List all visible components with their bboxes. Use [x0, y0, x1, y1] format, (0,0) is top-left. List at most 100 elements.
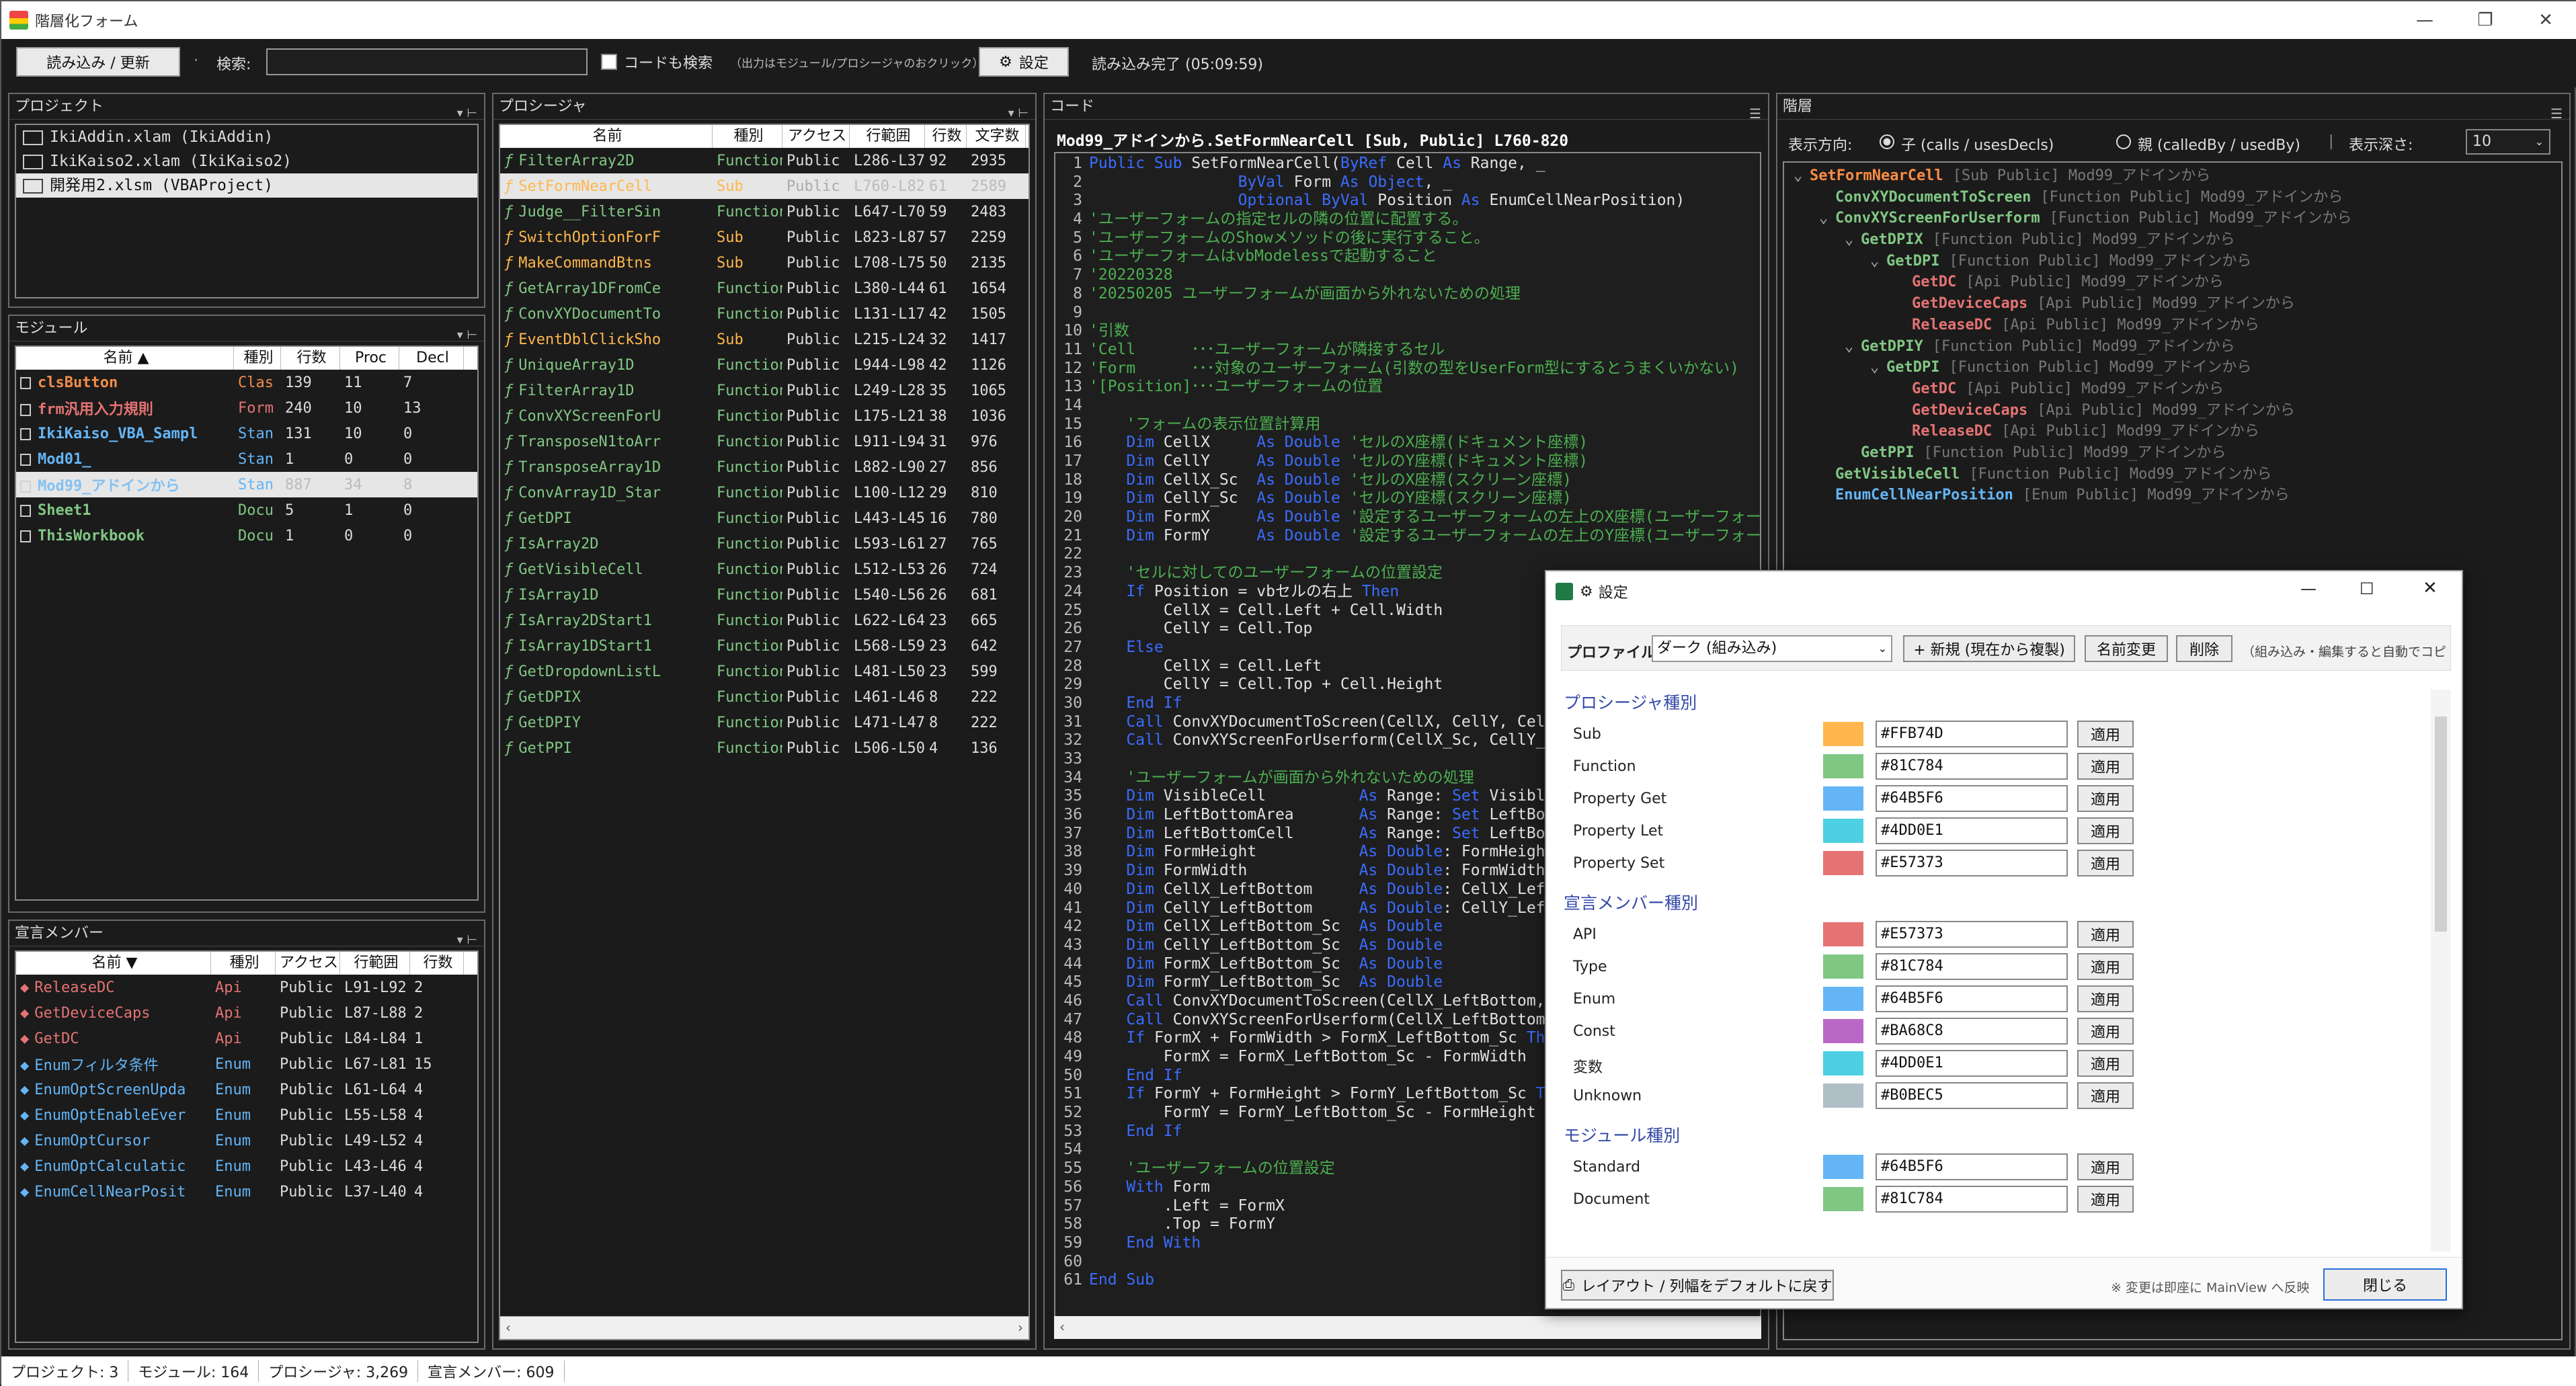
col-chars[interactable]: 文字数	[967, 125, 1026, 148]
color-swatch[interactable]	[1823, 722, 1863, 746]
color-swatch[interactable]	[1823, 1019, 1863, 1043]
color-hex-input[interactable]: #E57373	[1876, 850, 2068, 877]
search-input[interactable]	[266, 48, 588, 75]
module-row[interactable]: ThisWorkbook Docu 1 0 0	[16, 523, 477, 548]
color-swatch[interactable]	[1823, 786, 1863, 811]
procedure-row[interactable]: ƒGetPPIFunctionPublicL506-L5094136	[500, 735, 1029, 761]
scroll-thumb[interactable]	[2435, 717, 2447, 932]
hierarchy-node[interactable]: ⌄ GetDPI [Function Public] Mod99_アドインから	[1784, 357, 2561, 378]
hierarchy-node[interactable]: GetVisibleCell [Function Public] Mod99_アド…	[1784, 464, 2561, 485]
close-icon[interactable]: ✕	[2423, 578, 2438, 598]
pin-icon[interactable]: ▾ ⊢	[457, 323, 477, 348]
module-row[interactable]: Mod01_ Stan 1 0 0	[16, 446, 477, 472]
col-kind[interactable]: 種別	[713, 125, 782, 148]
procedure-row[interactable]: ƒIsArray2DStart1FunctionPublicL622-L6442…	[500, 608, 1029, 633]
col-range[interactable]: 行範囲	[340, 952, 410, 975]
procedure-row[interactable]: ƒMakeCommandBtnsSubPublicL708-L757502135	[500, 250, 1029, 276]
project-item[interactable]: IkiAddin.xlam (IkiAddin)	[16, 125, 477, 149]
col-decl[interactable]: Decl	[399, 347, 464, 370]
menu-icon[interactable]: ☰	[2550, 101, 2563, 126]
child-radio[interactable]	[1880, 134, 1894, 149]
hierarchy-node[interactable]: ConvXYDocumentToScreen [Function Public] …	[1784, 187, 2561, 208]
apply-button[interactable]: 適用	[2077, 985, 2134, 1012]
procedure-row[interactable]: ƒGetVisibleCellFunctionPublicL512-L53726…	[500, 557, 1029, 582]
procedure-row[interactable]: ƒSwitchOptionForFSubPublicL823-L87957225…	[500, 225, 1029, 250]
apply-button[interactable]: 適用	[2077, 721, 2134, 747]
col-access[interactable]: アクセス	[782, 125, 850, 148]
expand-icon[interactable]: ⌄	[1794, 165, 1810, 187]
new-profile-button[interactable]: + 新規 (現在から複製)	[1903, 635, 2075, 662]
color-hex-input[interactable]: #64B5F6	[1876, 785, 2068, 812]
color-hex-input[interactable]: #B0BEC5	[1876, 1082, 2068, 1109]
col-proc[interactable]: Proc	[340, 347, 399, 370]
hierarchy-node[interactable]: GetDeviceCaps [Api Public] Mod99_アドインから	[1784, 400, 2561, 421]
col-lines[interactable]: 行数	[925, 125, 967, 148]
settings-scrollbar[interactable]	[2431, 690, 2451, 1252]
hierarchy-node[interactable]: GetDC [Api Public] Mod99_アドインから	[1784, 378, 2561, 400]
color-hex-input[interactable]: #81C784	[1876, 1186, 2068, 1213]
hierarchy-node[interactable]: ⌄ SetFormNearCell [Sub Public] Mod99_アドインか…	[1784, 165, 2561, 187]
minimize-icon[interactable]: —	[2300, 579, 2317, 598]
procedure-row[interactable]: ƒUniqueArray1DFunctionPublicL944-L985421…	[500, 352, 1029, 378]
procedure-row[interactable]: ƒIsArray1DStart1FunctionPublicL568-L5902…	[500, 633, 1029, 659]
color-hex-input[interactable]: #64B5F6	[1876, 1153, 2068, 1180]
member-row[interactable]: ◆ EnumCellNearPosit Enum Public L37-L40 4	[16, 1179, 477, 1205]
module-row[interactable]: clsButton Clas 139 11 7	[16, 370, 477, 395]
color-swatch[interactable]	[1823, 1084, 1863, 1108]
procedure-row[interactable]: ƒEventDblClickShoSubPublicL215-L24632141…	[500, 327, 1029, 352]
procedure-row[interactable]: ƒGetArray1DFromCeFunctionPublicL380-L440…	[500, 276, 1029, 301]
apply-button[interactable]: 適用	[2077, 1082, 2134, 1109]
color-hex-input[interactable]: #BA68C8	[1876, 1018, 2068, 1045]
color-swatch[interactable]	[1823, 954, 1863, 979]
module-row[interactable]: Mod99_アドインから Stan 887 34 8	[16, 472, 477, 497]
maximize-icon[interactable]: ☐	[2360, 579, 2374, 598]
procedure-row[interactable]: ƒIsArray2DFunctionPublicL593-L61927765	[500, 531, 1029, 557]
color-swatch[interactable]	[1823, 1051, 1863, 1075]
parent-radio[interactable]	[2116, 134, 2131, 149]
member-row[interactable]: ◆ EnumOptEnableEver Enum Public L55-L58 4	[16, 1102, 477, 1128]
apply-button[interactable]: 適用	[2077, 850, 2134, 877]
expand-icon[interactable]: ⌄	[1870, 251, 1886, 272]
apply-button[interactable]: 適用	[2077, 817, 2134, 844]
color-hex-input[interactable]: #FFB74D	[1876, 721, 2068, 747]
col-range[interactable]: 行範囲	[850, 125, 925, 148]
member-row[interactable]: ◆ EnumOptCursor Enum Public L49-L52 4	[16, 1128, 477, 1153]
profile-select[interactable]: ダーク (組み込み) ⌄	[1652, 635, 1892, 662]
expand-icon[interactable]: ⌄	[1845, 336, 1861, 358]
color-swatch[interactable]	[1823, 851, 1863, 875]
col-name[interactable]: 名前 ▼	[16, 952, 211, 975]
apply-button[interactable]: 適用	[2077, 785, 2134, 812]
project-item-selected[interactable]: 開発用2.xlsm (VBAProject)	[16, 173, 477, 198]
apply-button[interactable]: 適用	[2077, 1050, 2134, 1077]
color-hex-input[interactable]: #4DD0E1	[1876, 1050, 2068, 1077]
expand-icon[interactable]: ⌄	[1845, 229, 1861, 251]
color-hex-input[interactable]: #81C784	[1876, 953, 2068, 980]
expand-icon[interactable]: ⌄	[1819, 208, 1835, 229]
apply-button[interactable]: 適用	[2077, 753, 2134, 780]
hierarchy-node[interactable]: GetPPI [Function Public] Mod99_アドインから	[1784, 442, 2561, 464]
color-hex-input[interactable]: #4DD0E1	[1876, 817, 2068, 844]
color-hex-input[interactable]: #64B5F6	[1876, 985, 2068, 1012]
color-swatch[interactable]	[1823, 1187, 1863, 1211]
procedure-row[interactable]: ƒFilterArray2DFunctionPublicL286-L377922…	[500, 148, 1029, 173]
color-swatch[interactable]	[1823, 819, 1863, 843]
hierarchy-node[interactable]: GetDeviceCaps [Api Public] Mod99_アドインから	[1784, 293, 2561, 315]
scroll-left-icon[interactable]: ‹	[506, 1319, 511, 1336]
code-scrollbar[interactable]: ‹	[1054, 1316, 1761, 1339]
col-name[interactable]: 名前 ▲	[16, 347, 234, 370]
procedure-row[interactable]: ƒGetDPIYFunctionPublicL471-L4788222	[500, 710, 1029, 735]
col-kind[interactable]: 種別	[211, 952, 276, 975]
procedure-row[interactable]: ƒ Judge__FilterSin Function Public L647-L70 5…	[500, 199, 1029, 225]
hierarchy-node[interactable]: ⌄ GetDPIX [Function Public] Mod99_アドインから	[1784, 229, 2561, 251]
minimize-icon[interactable]: —	[2394, 1, 2455, 39]
procedure-row[interactable]: ƒTransposeN1toArrFunctionPublicL911-L941…	[500, 429, 1029, 454]
hierarchy-node[interactable]: ⌄ GetDPIY [Function Public] Mod99_アドインから	[1784, 336, 2561, 358]
hierarchy-node[interactable]: ReleaseDC [Api Public] Mod99_アドインから	[1784, 315, 2561, 336]
color-hex-input[interactable]: #81C784	[1876, 753, 2068, 780]
member-row[interactable]: ◆ EnumOptCalculatic Enum Public L43-L46 4	[16, 1153, 477, 1179]
member-row[interactable]: ◆ ReleaseDC Api Public L91-L92 2	[16, 975, 477, 1000]
settings-button[interactable]: ⚙ 設定	[979, 47, 1069, 77]
close-button[interactable]: 閉じる	[2323, 1268, 2447, 1301]
hierarchy-node[interactable]: ⌄ ConvXYScreenForUserform [Function Public…	[1784, 208, 2561, 229]
color-swatch[interactable]	[1823, 754, 1863, 778]
